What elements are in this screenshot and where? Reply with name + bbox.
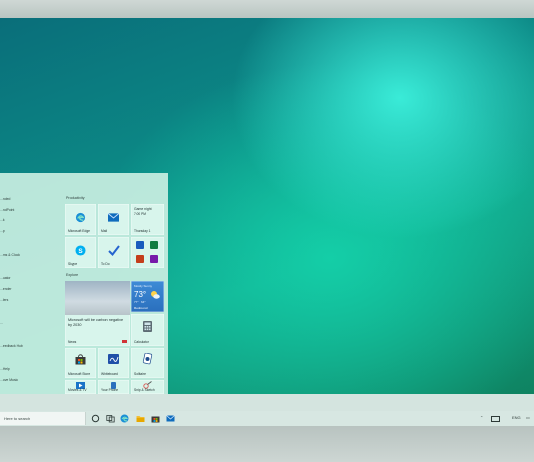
tile-label: Movies & TV (68, 388, 87, 392)
app-list-item[interactable]: ...ms & Clock (0, 253, 20, 257)
tile-news[interactable]: Microsoft will be carbon negative by 203… (65, 281, 130, 346)
app-list-item[interactable]: ...ove Music (0, 378, 18, 382)
start-menu: ...nded ...ndPoint ...k ...p ...ms & Clo… (0, 173, 168, 394)
app-list-item[interactable]: ... (0, 321, 3, 325)
calendar-event: Game night (134, 207, 152, 211)
tile-mail[interactable]: Mail (98, 204, 129, 235)
news-image (65, 281, 130, 315)
tile-label: Skype (68, 262, 78, 266)
app-list-item[interactable]: ...p (0, 229, 5, 233)
tile-label: Microsoft Edge (68, 229, 90, 233)
excel-icon (150, 241, 158, 249)
tile-movies[interactable]: Movies & TV (65, 380, 96, 394)
weather-lo: 64° (141, 300, 146, 304)
edge-icon[interactable] (120, 414, 129, 423)
weather-condition: Mostly Sunny (134, 284, 153, 288)
tile-snip[interactable]: Snip & Sketch (131, 380, 164, 394)
tile-whiteboard[interactable]: Whiteboard (98, 348, 129, 378)
tile-edge[interactable]: Microsoft Edge (65, 204, 96, 235)
monitor-bezel-bottom (0, 426, 534, 462)
tile-label: To Do (101, 262, 110, 266)
tile-label: News (68, 340, 77, 344)
calculator-icon (143, 321, 152, 332)
word-icon (136, 241, 144, 249)
news-badge-icon (122, 340, 127, 343)
battery-icon[interactable] (491, 416, 500, 422)
tile-label: Thursday 1 (134, 229, 151, 233)
app-list: ...nded ...ndPoint ...k ...p ...ms & Clo… (0, 173, 58, 394)
search-placeholder: Here to search (4, 416, 31, 421)
tile-label: Microsoft Store (68, 372, 91, 376)
tile-weather[interactable]: Mostly Sunny 73° 77° 64° Redmond (131, 281, 164, 312)
app-list-item[interactable]: ...uator (0, 276, 11, 280)
monitor-bezel-top (0, 0, 534, 18)
onenote-icon (150, 255, 158, 263)
app-list-item[interactable]: ...lers (0, 298, 8, 302)
solitaire-icon (142, 353, 153, 365)
whiteboard-icon (108, 354, 119, 364)
store-bag-icon (75, 354, 86, 365)
app-list-item[interactable]: ...Help (0, 367, 10, 371)
taskbar: Here to search ⌃ ENG ▭ (0, 394, 534, 426)
cortana-icon[interactable] (91, 414, 100, 423)
tile-phone[interactable]: Your Phone (98, 380, 129, 394)
tile-label: Your Phone (101, 388, 119, 392)
tile-solitaire[interactable]: Solitaire (131, 348, 164, 378)
tile-label: Snip & Sketch (134, 388, 155, 392)
news-headline: Microsoft will be carbon negative by 203… (68, 318, 124, 327)
tile-label: Calculator (134, 340, 149, 344)
store-bag-icon[interactable] (151, 414, 160, 423)
mail-icon (108, 213, 119, 222)
group-label-explore: Explore (66, 273, 79, 277)
chevron-up-icon[interactable]: ⌃ (480, 415, 483, 420)
app-list-item[interactable]: ...ender (0, 287, 12, 291)
search-input[interactable]: Here to search (0, 412, 86, 425)
tile-todo[interactable]: To Do (98, 237, 129, 268)
edge-icon (75, 212, 86, 223)
tile-label: Solitaire (134, 372, 146, 376)
tile-label: Mail (101, 229, 108, 233)
app-list-item[interactable]: ...nded (0, 197, 10, 201)
mail-icon[interactable] (166, 414, 175, 423)
tile-skype[interactable]: S Skype (65, 237, 96, 268)
tile-calculator[interactable]: Calculator (131, 314, 164, 346)
weather-temp: 73° (134, 290, 147, 299)
app-list-item[interactable]: ...ndPoint (0, 208, 14, 212)
group-label-productivity: Productivity (66, 196, 85, 200)
svg-text:S: S (78, 248, 83, 255)
language-indicator[interactable]: ENG (512, 415, 521, 420)
calendar-time: 7:00 PM (134, 212, 146, 216)
sun-cloud-icon (151, 291, 160, 299)
notification-icon[interactable]: ▭ (526, 415, 530, 420)
checkmark-icon (108, 245, 120, 256)
weather-hi: 77° (134, 300, 139, 304)
weather-city: Redmond (134, 306, 148, 310)
app-list-item[interactable]: ...k (0, 218, 5, 222)
tile-office-group[interactable] (131, 237, 164, 268)
app-list-item[interactable]: ...eedback Hub (0, 344, 23, 348)
tile-store[interactable]: Microsoft Store (65, 348, 96, 378)
skype-icon: S (75, 245, 86, 256)
tile-label: Whiteboard (101, 372, 118, 376)
task-view-icon[interactable] (106, 414, 115, 423)
powerpoint-icon (136, 255, 144, 263)
file-explorer-icon[interactable] (136, 414, 145, 423)
tile-calendar[interactable]: Game night 7:00 PM Thursday 1 (131, 204, 164, 235)
